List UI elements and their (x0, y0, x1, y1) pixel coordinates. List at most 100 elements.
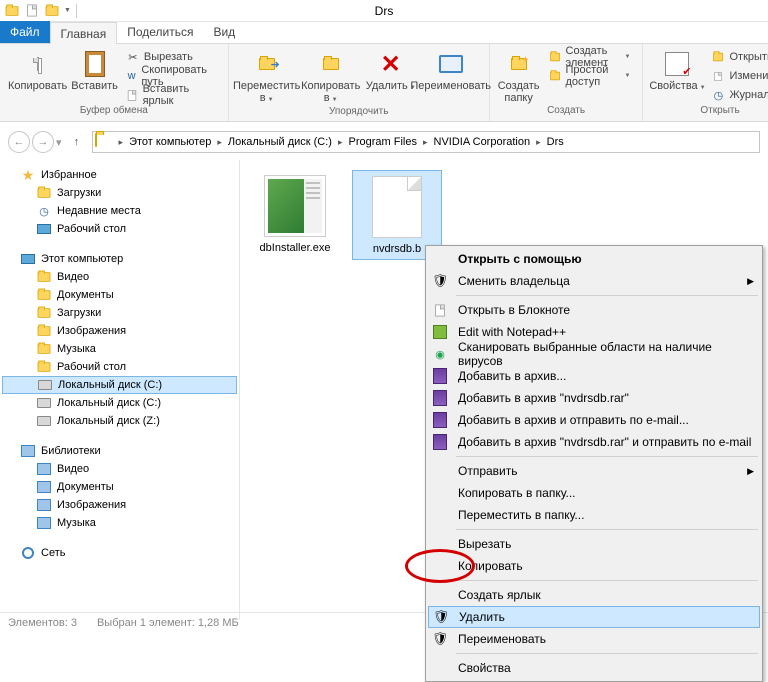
qat-new-folder-icon[interactable] (24, 3, 40, 19)
properties-button[interactable]: ✔Свойства▼ (651, 48, 703, 94)
tree-thispc[interactable]: Этот компьютер (2, 250, 237, 268)
tree-desktop[interactable]: Рабочий стол (2, 220, 237, 238)
back-button[interactable]: ← (8, 131, 30, 153)
tree-libraries[interactable]: Библиотеки (2, 442, 237, 460)
arrow-up-icon: ↑ (74, 136, 80, 148)
ctx-properties[interactable]: Свойства (428, 657, 760, 679)
delete-button[interactable]: ✕Удалить▼ (365, 48, 417, 94)
tree-favorites[interactable]: ★Избранное (2, 166, 237, 184)
notepadpp-icon (430, 322, 450, 342)
tab-share[interactable]: Поделиться (117, 21, 203, 43)
tree-disk-z[interactable]: Локальный диск (Z:) (2, 412, 237, 430)
properties-icon: ✔ (665, 52, 689, 76)
ctx-copy[interactable]: Копировать (428, 555, 760, 577)
tree-videos[interactable]: Видео (2, 268, 237, 286)
addr-folder-icon (95, 134, 111, 150)
ctx-move-to-folder[interactable]: Переместить в папку... (428, 504, 760, 526)
tree-disk-c2[interactable]: Локальный диск (C:) (2, 394, 237, 412)
ctx-open-with[interactable]: Открыть с помощью (428, 248, 760, 270)
music-folder-icon (36, 341, 52, 357)
crumb-3[interactable]: NVIDIA Corporation (432, 136, 533, 148)
crumb-4[interactable]: Drs (545, 136, 566, 148)
easy-access-icon (548, 69, 562, 83)
tree-documents[interactable]: Документы (2, 286, 237, 304)
tree-lib-videos[interactable]: Видео (2, 460, 237, 478)
new-folder-button[interactable]: ✦Создать папку (498, 48, 540, 104)
ctx-open-notepad[interactable]: Открыть в Блокноте (428, 299, 760, 321)
edit-button[interactable]: Изменить (707, 67, 768, 85)
easy-access-button[interactable]: Простой доступ▼ (544, 67, 635, 85)
move-to-button[interactable]: ➜Переместить в▼ (237, 48, 297, 106)
file-item-dbinstaller[interactable]: dbInstaller.exe (250, 170, 340, 258)
disk-icon (36, 395, 52, 411)
up-button[interactable]: ↑ (68, 136, 86, 148)
tree-network[interactable]: Сеть (2, 544, 237, 562)
winrar-icon (430, 388, 450, 408)
nav-tree: ★Избранное Загрузки ◷Недавние места Рабо… (0, 160, 240, 620)
new-folder-icon: ✦ (511, 58, 527, 70)
winrar-icon (430, 410, 450, 430)
crumb-0[interactable]: Этот компьютер (127, 136, 213, 148)
tree-recent[interactable]: ◷Недавние места (2, 202, 237, 220)
paste-button[interactable]: Вставить (71, 48, 118, 92)
history-button[interactable]: ◷Журнал (707, 86, 768, 104)
open-icon (711, 50, 725, 64)
star-icon: ★ (20, 167, 36, 183)
status-item-count: Элементов: 3 (8, 617, 77, 629)
scissors-icon: ✂ (126, 50, 140, 64)
ctx-add-archive[interactable]: Добавить в архив... (428, 365, 760, 387)
crumb-2[interactable]: Program Files (347, 136, 419, 148)
documents-folder-icon (36, 287, 52, 303)
tree-lib-documents[interactable]: Документы (2, 478, 237, 496)
ctx-send-to[interactable]: Отправить▶ (428, 460, 760, 482)
ctx-delete[interactable]: 🛡Удалить (428, 606, 760, 628)
tree-disk-c[interactable]: Локальный диск (C:) (2, 376, 237, 394)
tree-music[interactable]: Музыка (2, 340, 237, 358)
exe-thumbnail-icon (263, 174, 327, 238)
tree-downloads2[interactable]: Загрузки (2, 304, 237, 322)
address-bar[interactable]: ▸ Этот компьютер▸ Локальный диск (C:)▸ P… (92, 131, 760, 153)
pc-icon (20, 251, 36, 267)
app-icon (4, 3, 20, 19)
copy-button[interactable]: Копировать (8, 48, 67, 92)
tree-pictures[interactable]: Изображения (2, 322, 237, 340)
qat-dropdown-icon[interactable]: ▼ (64, 7, 72, 14)
tab-file[interactable]: Файл (0, 21, 50, 43)
qat-properties-icon[interactable] (44, 3, 60, 19)
desktop-icon (36, 221, 52, 237)
paste-icon (85, 51, 105, 77)
tab-view[interactable]: Вид (203, 21, 245, 43)
ctx-add-rar-email[interactable]: Добавить в архив "nvdrsdb.rar" и отправи… (428, 431, 760, 453)
forward-button[interactable]: → (32, 131, 54, 153)
ctx-scan-av[interactable]: ◉Сканировать выбранные области на наличи… (428, 343, 760, 365)
ctx-add-email[interactable]: Добавить в архив и отправить по e-mail..… (428, 409, 760, 431)
tab-home[interactable]: Главная (50, 22, 118, 44)
ctx-rename[interactable]: 🛡Переименовать (428, 628, 760, 650)
open-button[interactable]: Открыть▼ (707, 48, 768, 66)
ctx-cut[interactable]: Вырезать (428, 533, 760, 555)
tree-lib-music[interactable]: Музыка (2, 514, 237, 532)
title-bar: ▼ Drs (0, 0, 768, 22)
ctx-change-owner[interactable]: 🛡Сменить владельца▶ (428, 270, 760, 292)
rename-icon (439, 55, 463, 73)
delete-x-icon: ✕ (381, 50, 401, 79)
tree-lib-pictures[interactable]: Изображения (2, 496, 237, 514)
history-icon: ◷ (711, 88, 725, 102)
ctx-copy-to-folder[interactable]: Копировать в папку... (428, 482, 760, 504)
crumb-1[interactable]: Локальный диск (C:) (226, 136, 334, 148)
ctx-create-shortcut[interactable]: Создать ярлык (428, 584, 760, 606)
disk-icon (37, 377, 53, 393)
ribbon-group-organize: ➜Переместить в▼ Копировать в▼ ✕Удалить▼ … (229, 44, 490, 121)
lib-video-icon (36, 461, 52, 477)
ctx-add-rar[interactable]: Добавить в архив "nvdrsdb.rar" (428, 387, 760, 409)
tree-downloads[interactable]: Загрузки (2, 184, 237, 202)
copy-icon (37, 58, 39, 70)
window-title: Drs (0, 4, 768, 18)
nav-history-dropdown[interactable]: ▾ (56, 136, 62, 149)
new-item-icon (548, 50, 562, 64)
crumb-root-sep[interactable]: ▸ (115, 137, 128, 148)
copy-to-button[interactable]: Копировать в▼ (301, 48, 361, 106)
paste-shortcut-button[interactable]: Вставить ярлык (122, 86, 220, 104)
tree-desktop2[interactable]: Рабочий стол (2, 358, 237, 376)
rename-button[interactable]: Переименовать (421, 48, 481, 92)
